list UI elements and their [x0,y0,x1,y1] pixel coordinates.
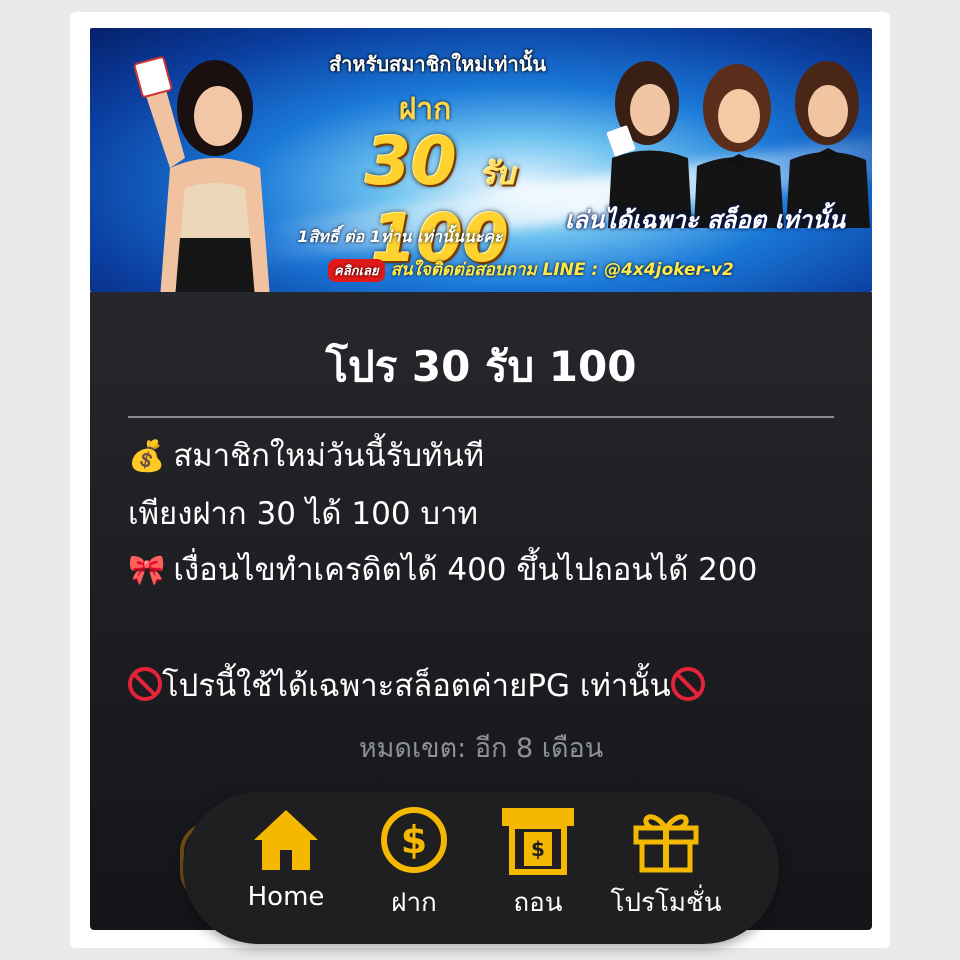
title-divider [128,416,834,418]
atm-withdraw-icon: $ [502,808,574,875]
nav-deposit-label: ฝาก [391,888,437,918]
nav-promotions-label: โปรโมชั่น [610,888,722,918]
promo-title: โปร 30 รับ 100 [325,342,637,391]
promo-expiry: หมดเขต: อีก 8 เดือน [358,733,604,764]
promo-line-3-text: เงื่อนไขทำเครดิตได้ 400 ขึ้นไปถอนได้ 200 [173,552,758,588]
nav-home-label: Home [247,882,325,912]
nav-withdraw[interactable]: $ ถอน [473,804,603,930]
nav-promotions[interactable]: โปรโมชั่น [601,804,731,930]
svg-text:$: $ [531,837,545,861]
banner-amount-deposit: 30 [365,123,457,200]
banner-click-button[interactable]: คลิกเลย [328,259,385,282]
banner-headline: สำหรับสมาชิกใหม่เท่านั้น [328,52,547,76]
promo-line-4-text: โปรนี้ใช้ได้เฉพาะสล็อตค่ายPG เท่านั้น [162,668,671,704]
bottom-nav: Home $ ฝาก $ ถอน โปรโมชั่น [183,792,779,944]
gift-icon [633,814,699,873]
banner-condition: 1สิทธิ์ ต่อ 1ท่าน เท่านั้นนะคะ [297,227,503,246]
ribbon-icon: 🎀 [128,553,166,588]
promo-line-1-text: สมาชิกใหม่วันนี้รับทันที [173,438,485,474]
banner-slot-only: เล่นได้เฉพาะ สล็อต เท่านั้น [564,206,846,234]
promo-line-2: เพียงฝาก 30 ได้ 100 บาท [128,496,478,532]
banner-receive-label: รับ [479,157,515,192]
prohibited-icon [670,667,705,701]
promo-line-1: 💰 สมาชิกใหม่วันนี้รับทันที [128,430,484,480]
promo-banner[interactable]: สำหรับสมาชิกใหม่เท่านั้น ฝาก 30 รับ 100 … [90,28,872,292]
prohibited-icon [128,667,162,701]
nav-withdraw-label: ถอน [513,888,563,918]
banner-contact-text: สนใจติดต่อสอบถาม LINE : @4x4joker-v2 [390,260,734,280]
home-icon [254,810,318,870]
nav-home[interactable]: Home [221,804,351,930]
nav-deposit[interactable]: $ ฝาก [349,804,479,930]
svg-text:$: $ [401,818,427,862]
promo-line-4: โปรนี้ใช้ได้เฉพาะสล็อตค่ายPG เท่านั้น [128,660,705,710]
banner-contact-line: คลิกเลย สนใจติดต่อสอบถาม LINE : @4x4joker… [328,256,828,283]
dollar-coin-icon: $ [381,807,447,873]
banner-model-left [133,56,270,292]
money-bag-icon: 💰 [128,439,166,474]
promo-line-3: 🎀 เงื่อนไขทำเครดิตได้ 400 ขึ้นไปถอนได้ 20… [128,544,757,594]
